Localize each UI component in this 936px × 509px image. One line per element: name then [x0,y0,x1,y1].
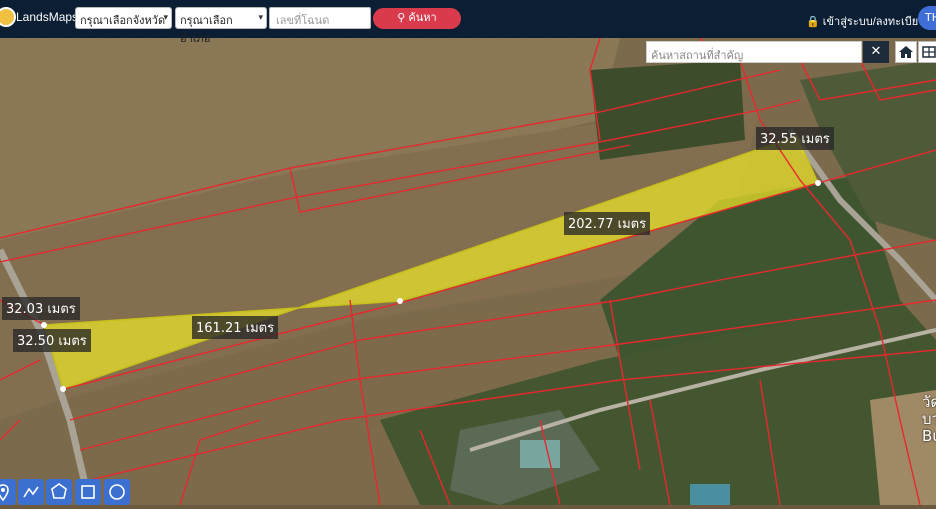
login-label: เข้าสู่ระบบ/ลงทะเบียน [822,16,926,28]
district-select[interactable]: กรุณาเลือกอำเภอ ▾ [175,7,267,45]
pin-tool-button[interactable] [0,479,16,505]
vertex-marker [815,180,821,186]
home-icon [899,46,913,58]
login-link[interactable]: 🔒 เข้าสู่ระบบ/ลงทะเบียน [806,12,926,30]
polygon-icon [51,483,67,499]
basemap-button[interactable] [918,41,936,63]
search-button[interactable]: ⚲ ค้นหา [373,8,461,29]
clear-search-button[interactable]: ✕ [863,41,889,63]
map-pin-icon [0,484,9,502]
vertex-marker [397,298,403,304]
polygon-tool-button[interactable] [46,479,72,505]
measure-label-bottom-edge: 161.21 เมตร [192,316,279,339]
polyline-tool-button[interactable] [18,479,44,505]
place-label-temple: วัด บวก Bu [922,393,936,445]
place-search-input[interactable]: ค้นหาสถานที่สำคัญ [646,41,862,63]
search-icon: ⚲ [397,12,406,24]
brand-name[interactable]: LandsMaps [16,10,78,24]
circle-icon [109,484,125,500]
search-button-label: ค้นหา [408,12,437,24]
satellite-map-svg [0,38,936,505]
home-button[interactable] [895,41,917,63]
lock-icon: 🔒 [806,16,820,28]
measure-label-long-edge: 202.77 เมตร [564,212,651,235]
roof-blue [690,484,730,505]
pond [520,440,560,468]
top-navigation-bar: LandsMaps กรุณาเลือกจังหวัด ▾ กรุณาเลือก… [0,0,936,45]
chevron-down-icon: ▾ [163,12,168,22]
circle-tool-button[interactable] [104,479,130,505]
map-canvas[interactable]: 32.55 เมตร 202.77 เมตร 32.03 เมตร 32.50 … [0,38,936,505]
deed-number-input[interactable]: เลขที่โฉนด [269,7,371,29]
measure-label-top-edge: 32.55 เมตร [756,127,834,150]
vertex-marker [41,322,47,328]
chevron-down-icon: ▾ [258,12,263,22]
measure-label-left-outer: 32.03 เมตร [2,297,80,320]
vertex-marker [60,386,66,392]
province-select-value: กรุณาเลือกจังหวัด [80,15,166,27]
rectangle-icon [81,485,95,499]
grid-icon [922,46,936,58]
province-select[interactable]: กรุณาเลือกจังหวัด ▾ [75,7,172,29]
rectangle-tool-button[interactable] [75,479,101,505]
landsmaps-logo-icon[interactable] [0,7,16,27]
language-button[interactable]: TH [918,6,936,30]
measure-label-left-inner: 32.50 เมตร [13,329,91,352]
polyline-icon [23,486,39,498]
